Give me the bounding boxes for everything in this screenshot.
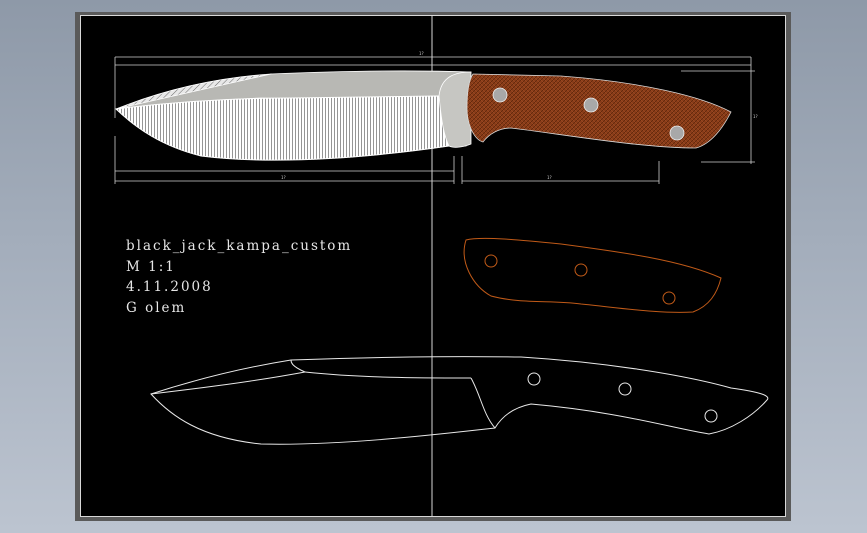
outline-hole-2 (618, 382, 632, 396)
drawing-author: G olem (126, 299, 187, 316)
outline-blade-spine (304, 371, 472, 379)
outline-hole-3 (704, 409, 718, 423)
drawing-scale: M 1:1 (126, 258, 176, 275)
handle-pin-1 (492, 87, 508, 103)
outline-ricasso-line (470, 377, 496, 429)
drawing-sheet: 1? 1? 1? 1? black_jack_kampa_custom M 1:… (75, 12, 791, 521)
outline-blade (150, 356, 769, 445)
dim-blade-length: 1? (281, 175, 286, 180)
title-block: black_jack_kampa_custom M 1:1 4.11.2008 … (126, 236, 352, 318)
outline-hole-1 (527, 372, 541, 386)
part-name: black_jack_kampa_custom (126, 238, 353, 254)
dim-height: 1? (753, 114, 758, 119)
rendered-knife (114, 70, 732, 161)
cad-drawing-area: 1? 1? 1? 1? black_jack_kampa_custom M 1:… (80, 15, 786, 517)
scale-hole-3 (662, 291, 676, 305)
handle-pin-3 (669, 125, 685, 141)
handle-wood (466, 73, 732, 149)
dim-overall-length: 1? (419, 51, 424, 56)
handle-scale-outline (463, 237, 722, 313)
handle-pin-2 (583, 97, 599, 113)
blade-grind (114, 95, 450, 161)
dim-handle-length: 1? (547, 175, 552, 180)
drawing-date: 4.11.2008 (126, 279, 213, 295)
outline-clip-line (150, 359, 307, 395)
scale-hole-1 (484, 254, 498, 268)
outline-knife (150, 356, 769, 445)
scale-hole-2 (574, 263, 588, 277)
